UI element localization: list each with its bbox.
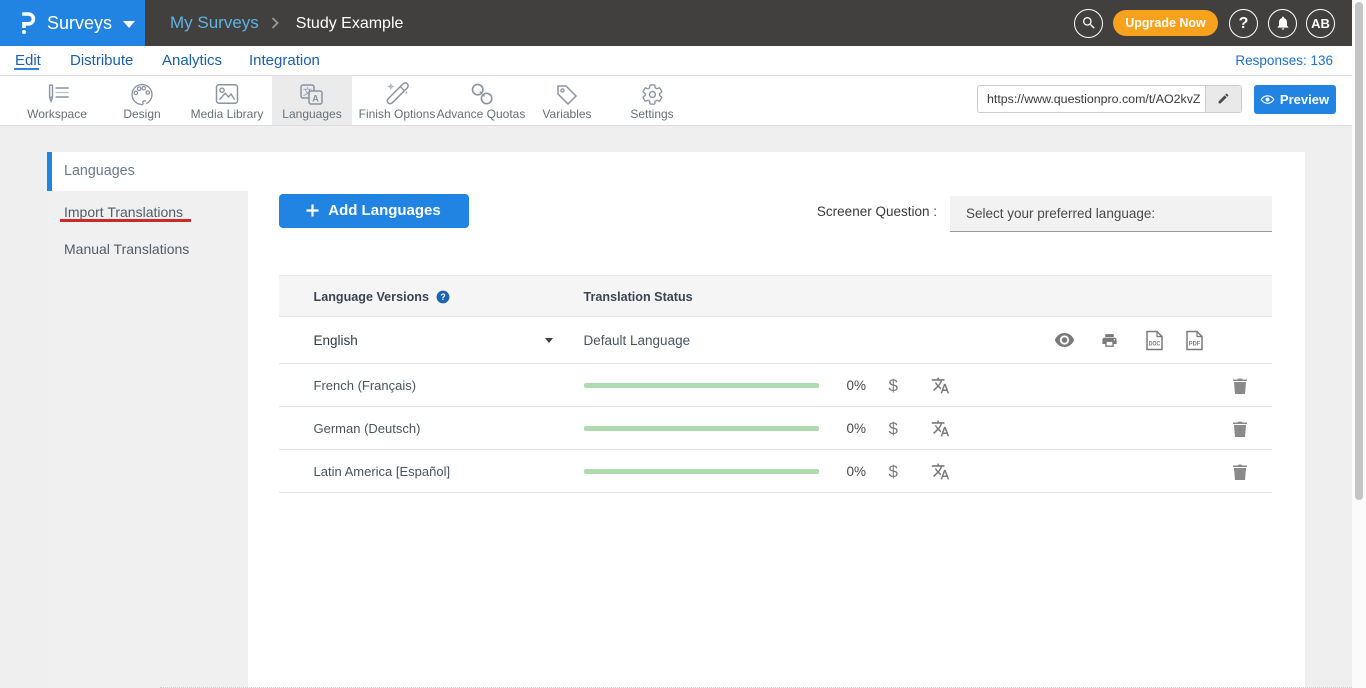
svg-text:DOC: DOC (1148, 341, 1160, 347)
svg-text:?: ? (440, 292, 445, 302)
svg-text:A: A (312, 94, 319, 104)
svg-text:PDF: PDF (1188, 341, 1200, 347)
